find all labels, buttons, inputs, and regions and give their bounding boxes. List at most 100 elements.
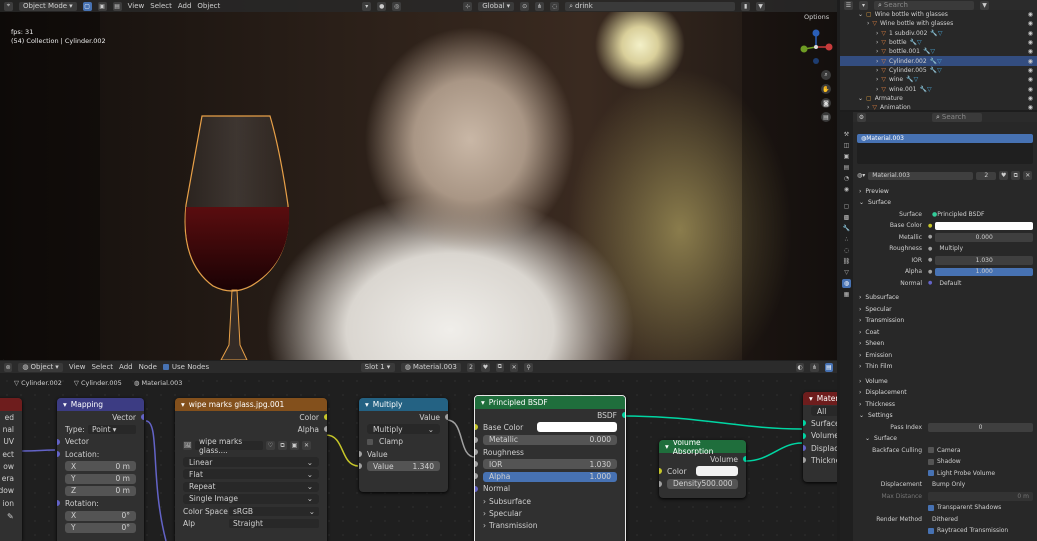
prop-normal-value[interactable]: Default — [935, 279, 1033, 288]
visibility-eye-icon[interactable]: ◉ — [1028, 48, 1033, 55]
displacement-method-value[interactable]: Bump Only — [928, 480, 1033, 489]
bsdf-header[interactable]: ▾ Principled BSDF — [475, 396, 625, 409]
alpha-socket[interactable] — [475, 473, 478, 480]
chevron-right-icon[interactable]: › — [876, 30, 878, 37]
collapse-icon[interactable]: ▾ — [481, 398, 485, 407]
fake-user-icon[interactable]: ♥ — [999, 171, 1009, 181]
density-socket[interactable] — [659, 480, 662, 487]
eyedropper-icon[interactable]: ✎ — [7, 512, 14, 521]
vector-input-socket[interactable] — [57, 438, 60, 445]
visibility-eye-icon[interactable]: ◉ — [1028, 20, 1033, 27]
3d-viewport[interactable]: ⌖ Object Mode ▾ ▢ ▣ ▤ View Select Add Obj… — [0, 0, 837, 360]
settings-panel[interactable]: ⌄ Settings — [853, 410, 1037, 422]
filter-icon[interactable]: ▾ — [362, 1, 372, 11]
prop-metallic-value[interactable]: 0.000 — [935, 233, 1033, 242]
va-color-swatch[interactable] — [696, 466, 738, 477]
displacement-panel[interactable]: › Displacement — [853, 387, 1037, 399]
volume-absorption-header[interactable]: ▾ Volume Absorption — [659, 440, 746, 456]
rotation-socket[interactable] — [57, 500, 60, 507]
specular-panel[interactable]: › Specular — [475, 507, 625, 519]
alpha-mode-dropdown[interactable]: Straight — [229, 519, 319, 529]
rotation-y-field[interactable]: Y 0° — [65, 522, 136, 533]
particles-tab-icon[interactable]: ∴ — [842, 235, 851, 244]
camera-view-icon[interactable]: ◙ — [821, 98, 831, 108]
duplicate-icon[interactable]: ⧉ — [1011, 171, 1021, 181]
outliner-item[interactable]: › ▽ Cylinder.005 🔧▽ ◉ — [840, 66, 1037, 75]
shader-node-editor[interactable]: ⊚ ◍ Object ▾ View Select Add Node Use Node… — [0, 360, 837, 541]
surface-input-socket[interactable] — [803, 420, 806, 427]
multiply-header[interactable]: ▾ Multiply — [359, 398, 448, 411]
physics-tab-icon[interactable]: ◌ — [842, 246, 851, 255]
object-tab-icon[interactable]: ▩ — [842, 213, 851, 222]
clamp-row[interactable]: Clamp — [359, 436, 448, 448]
camera-checkbox[interactable] — [928, 447, 934, 454]
surface-subsection[interactable]: › Transmission — [853, 315, 1037, 327]
surface-subsection[interactable]: › Coat — [853, 327, 1037, 339]
visibility-eye-icon[interactable]: ◉ — [1028, 39, 1033, 46]
select-subtract-icon[interactable]: ▤ — [112, 1, 122, 11]
subsurface-panel[interactable]: › Subsurface — [475, 495, 625, 507]
outliner[interactable]: ☰ ▾ ⌕ Search ▼ ⌄ ▢ Wine bottle with glasses… — [840, 0, 1037, 111]
collapse-icon[interactable]: ▾ — [63, 400, 67, 409]
outliner-item[interactable]: ⌄ ▢ Armature ◉ — [840, 94, 1037, 103]
chevron-right-icon[interactable]: › — [876, 76, 878, 83]
material-tab-icon[interactable]: ◍ — [842, 279, 851, 288]
max-distance-value[interactable]: 0 m — [928, 492, 1033, 501]
world-tab-icon[interactable]: ◉ — [842, 185, 851, 194]
constraints-tab-icon[interactable]: ⛓ — [842, 257, 851, 266]
base-color-swatch[interactable] — [537, 422, 617, 433]
visibility-eye-icon[interactable]: ◉ — [1028, 67, 1033, 74]
modifier-tab-icon[interactable]: 🔧 — [842, 224, 851, 233]
outliner-item[interactable]: › ▽ 1 subdiv.002 🔧▽ ◉ — [840, 29, 1037, 38]
image-texture-node[interactable]: ▾ wipe marks glass.jpg.001 Color Alpha 🖼 … — [175, 398, 327, 541]
shadow-checkbox[interactable] — [928, 458, 934, 465]
alpha-output-socket[interactable] — [324, 426, 327, 433]
value-field[interactable]: Value 1.340 — [367, 461, 440, 472]
render-tab-icon[interactable]: ◫ — [842, 141, 851, 150]
image-browse-icon[interactable]: 🖼 — [183, 441, 192, 451]
displacement-input-socket[interactable] — [803, 444, 806, 451]
proportional-icon[interactable]: ◌ — [550, 1, 560, 11]
color-space-dropdown[interactable]: sRGB ⌄ — [229, 506, 319, 516]
shadow-checkbox-row[interactable]: Shadow — [928, 458, 961, 465]
material-browse-icon[interactable]: ◍▾ — [857, 172, 865, 179]
type-dropdown[interactable]: Point ▾ — [88, 424, 136, 434]
location-z-field[interactable]: Z 0 m — [65, 485, 136, 496]
mode-dropdown[interactable]: Object Mode ▾ — [19, 1, 77, 11]
outliner-search[interactable]: ⌕ Search — [874, 0, 974, 10]
duplicate-image-icon[interactable]: ⧉ — [278, 441, 287, 451]
volume-output-socket[interactable] — [743, 456, 746, 462]
wine-glass[interactable] — [0, 0, 837, 360]
chevron-right-icon[interactable]: › — [876, 58, 878, 65]
pan-hand-icon[interactable]: ✋ — [821, 84, 831, 94]
transparent-shadows-checkbox[interactable] — [928, 504, 934, 511]
chevron-down-icon[interactable]: ⌄ — [858, 11, 863, 18]
ior-field[interactable]: IOR 1.030 — [483, 459, 617, 470]
collapse-icon[interactable]: ▾ — [809, 394, 813, 403]
color-output-socket[interactable] — [324, 414, 327, 420]
source-dropdown[interactable]: Single Image ⌄ — [183, 493, 319, 504]
collapse-icon[interactable]: ▾ — [181, 400, 185, 409]
metallic-socket[interactable] — [475, 436, 478, 443]
outliner-item[interactable]: › ▽ bottle.001 🔧▽ ◉ — [840, 47, 1037, 56]
zoom-icon[interactable]: ⌕ — [821, 70, 831, 80]
render-method-value[interactable]: Dithered — [928, 515, 1033, 524]
properties-search[interactable]: ⌕ Search — [932, 112, 982, 122]
roughness-socket[interactable] — [475, 448, 478, 455]
principled-bsdf-node[interactable]: ▾ Principled BSDF BSDF Base Color Metalli… — [474, 395, 626, 541]
settings-surface-subpanel[interactable]: ⌄ Surface — [853, 433, 1037, 445]
select-extend-icon[interactable]: ▣ — [97, 1, 107, 11]
data-tab-icon[interactable]: ▽ — [842, 268, 851, 277]
menu-view[interactable]: View — [128, 2, 145, 10]
math-multiply-node[interactable]: ▾ Multiply Value Multiply ⌄ Clamp Value Va… — [359, 398, 448, 492]
alpha-field[interactable]: Alpha 1.000 — [483, 471, 617, 482]
thickness-panel[interactable]: › Thickness — [853, 399, 1037, 411]
chevron-right-icon[interactable]: › — [867, 20, 869, 27]
gizmo-toggle-icon[interactable]: ◎ — [392, 1, 402, 11]
outliner-item[interactable]: ⌄ ▢ Wine bottle with glasses ◉ — [840, 10, 1037, 19]
unlink-image-icon[interactable]: ✕ — [302, 441, 311, 451]
vector-output-socket[interactable] — [141, 414, 144, 420]
pass-index-value[interactable]: 0 — [928, 423, 1033, 432]
volume-absorption-node[interactable]: ▾ Volume Absorption Volume Color Density 5… — [659, 440, 746, 498]
clamp-checkbox[interactable] — [367, 438, 373, 445]
